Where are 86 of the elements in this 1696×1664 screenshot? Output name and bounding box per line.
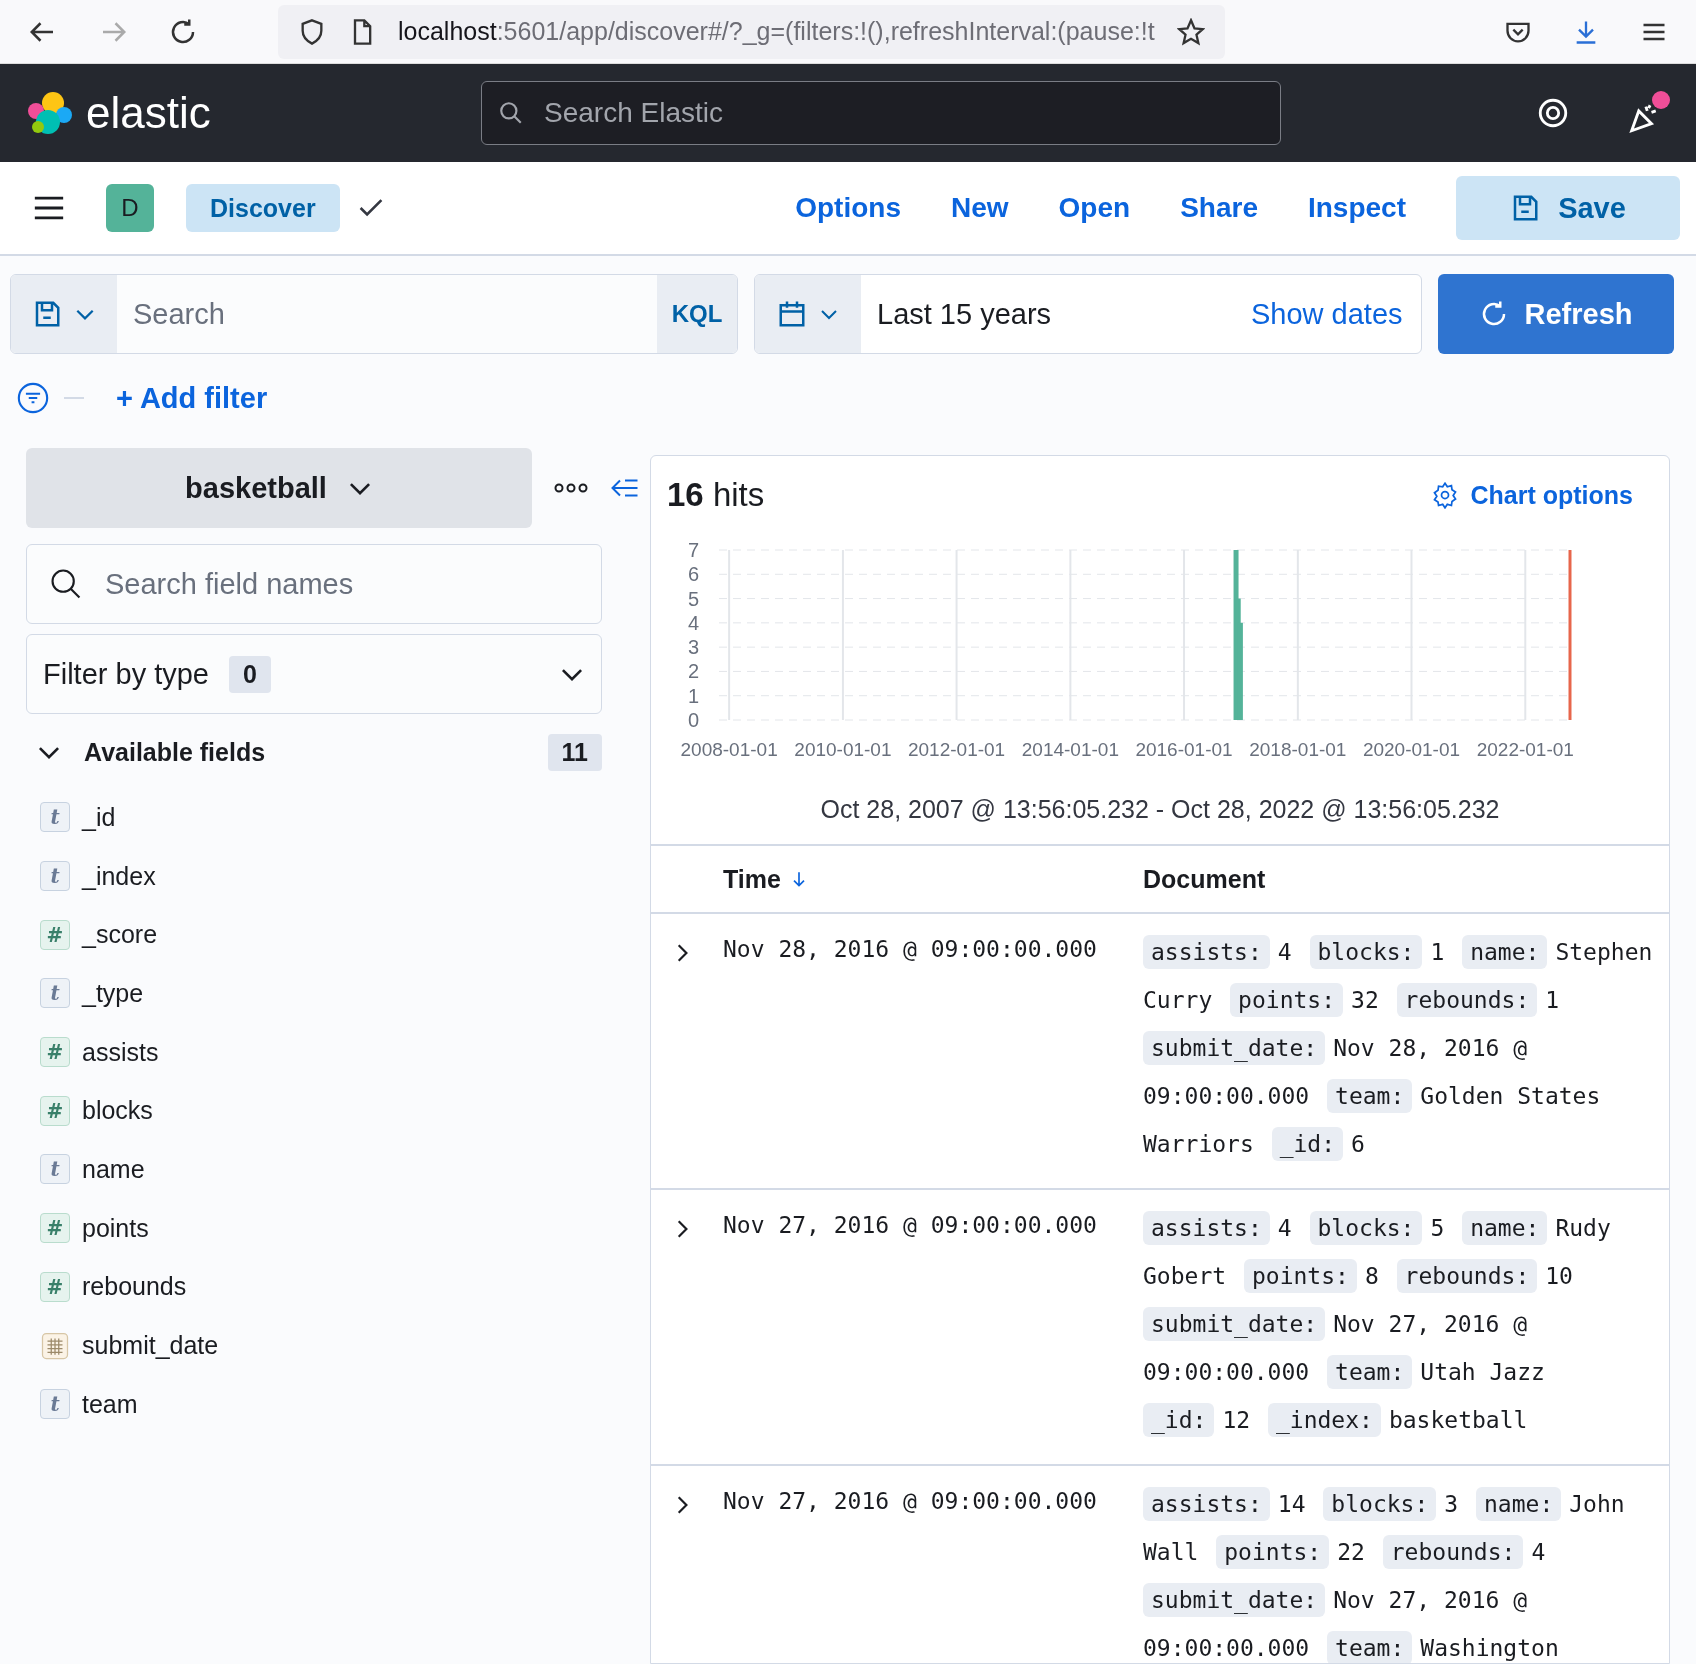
field-search-field[interactable]: Search field names [103, 566, 579, 602]
calendar-icon [40, 1330, 70, 1361]
x-tick-label: 2016-01-01 [1135, 739, 1233, 760]
x-tick-label: 2014-01-01 [1021, 739, 1119, 760]
elastic-logo-icon [26, 89, 74, 137]
time-cell-text: Nov 27, 2016 @ 09:00:00.000 [723, 1211, 1098, 1240]
field-type-token: t [40, 802, 70, 833]
field-item[interactable]: t team [26, 1374, 602, 1434]
document-summary: assists: 4 blocks: 5 name: Rudy Gobert points: 8 rebounds: 10 submit_date: Nov 27, 2016 @ 09:00:00.000 team: Utah Jazz _id: 12 _index: basketball [1143, 1204, 1669, 1444]
available-fields-toggle[interactable]: Available fields [36, 737, 266, 767]
settings-icon [1430, 481, 1459, 509]
field-type-token: t [40, 978, 70, 1009]
x-tick-label: 2012-01-01 [907, 739, 1006, 760]
field-item[interactable]: submit_date [26, 1316, 602, 1375]
field-type-token: t [40, 1389, 70, 1420]
save-button[interactable]: Save [1456, 176, 1680, 240]
field-item[interactable]: # assists [26, 1022, 602, 1082]
field-type-token: # [40, 919, 70, 950]
type-count: 0 [229, 655, 271, 693]
search-box[interactable]: Search Elastic [481, 81, 1281, 145]
notification-dot [1652, 91, 1670, 109]
field-type-token: t [40, 861, 70, 892]
y-tick-label: 7 [687, 539, 699, 561]
field-item[interactable]: t _id [26, 788, 602, 847]
y-tick-label: 2 [687, 660, 699, 683]
document-column-header: Document [1143, 864, 1267, 894]
filter-menu-icon[interactable] [16, 381, 50, 415]
filter-by-type-dropdown[interactable]: Filter by type 0 [26, 634, 602, 714]
field-item[interactable]: # _score [26, 905, 602, 965]
star-icon [1176, 17, 1205, 46]
nav-link[interactable]: New [951, 192, 1009, 224]
field-type-token: # [40, 1213, 70, 1244]
discover-tab[interactable]: Discover [186, 184, 340, 232]
field-type-token: # [40, 1271, 70, 1302]
calendar-icon [777, 299, 807, 329]
nav-link[interactable]: Open [1058, 192, 1131, 224]
help-icon[interactable] [1536, 96, 1570, 130]
nav-link[interactable]: Share [1180, 192, 1258, 224]
show-dates-link[interactable]: Show dates [1251, 275, 1421, 353]
hits-count: 16 hits [667, 476, 765, 514]
field-search-box[interactable]: Search field names [26, 544, 602, 624]
more-dots-icon [554, 482, 588, 494]
field-item[interactable]: # blocks [26, 1081, 602, 1141]
field-item[interactable]: t _index [26, 846, 602, 906]
field-item[interactable]: # rebounds [26, 1257, 602, 1317]
add-filter-link[interactable]: + Add filter [116, 381, 268, 415]
date-picker-button[interactable] [755, 275, 861, 353]
x-tick-label: 2022-01-01 [1476, 739, 1574, 760]
field-item[interactable]: # points [26, 1198, 602, 1258]
chart-options-button[interactable]: Chart options [1424, 479, 1639, 511]
search-field[interactable]: Search Elastic [542, 96, 1264, 130]
x-tick-label: 2010-01-01 [794, 739, 892, 760]
logo-text: elastic [86, 88, 211, 138]
y-tick-label: 6 [687, 563, 699, 586]
time-cell-text: Nov 27, 2016 @ 09:00:00.000 [723, 1487, 1098, 1516]
field-item[interactable]: t _type [26, 964, 602, 1023]
search-icon [498, 100, 524, 126]
index-pattern-selector[interactable]: basketball [26, 448, 532, 528]
nav-link[interactable]: Options [795, 192, 901, 224]
dash-icon [64, 396, 84, 400]
refresh-button[interactable]: Refresh [1437, 274, 1674, 354]
space-avatar[interactable]: D [106, 184, 154, 232]
y-tick-label: 4 [687, 611, 699, 634]
field-count: 11 [547, 733, 602, 771]
time-range-text: Last 15 years [876, 296, 1053, 332]
field-type-token: t [40, 1154, 70, 1185]
field-type-token: # [40, 1037, 70, 1068]
x-tick-label: 2020-01-01 [1362, 739, 1461, 760]
x-tick-label: 2018-01-01 [1249, 739, 1347, 760]
field-type-token: # [40, 1095, 70, 1126]
time-column-header[interactable]: Time [723, 864, 1143, 894]
time-range-caption: Oct 28, 2007 @ 13:56:05.232 - Oct 28, 2022 @ 13:56:05.232 [819, 794, 1501, 825]
y-tick-label: 5 [687, 587, 699, 610]
x-tick-label: 2008-01-01 [680, 739, 778, 760]
document-summary: assists: 4 blocks: 1 name: Stephen Curry points: 32 rebounds: 1 submit_date: Nov 28, 2016 @ 09:00:00.000 team: Golden States Warriors _id: 6 [1143, 928, 1669, 1168]
time-cell-text: Nov 28, 2016 @ 09:00:00.000 [723, 935, 1098, 964]
y-tick-label: 3 [687, 636, 699, 659]
filter-icon [16, 381, 50, 415]
nav-link[interactable]: Inspect [1307, 192, 1406, 224]
y-tick-label: 1 [687, 684, 699, 707]
document-summary: assists: 14 blocks: 3 name: John Wall points: 22 rebounds: 4 submit_date: Nov 27, 2016 @ 09:00:00.000 team: Washington [1143, 1480, 1669, 1663]
y-tick-label: 0 [687, 709, 699, 731]
search-icon [49, 567, 83, 601]
more-options-icon[interactable] [554, 482, 588, 494]
field-item[interactable]: t name [26, 1140, 602, 1199]
lifebuoy-icon [1536, 96, 1570, 130]
